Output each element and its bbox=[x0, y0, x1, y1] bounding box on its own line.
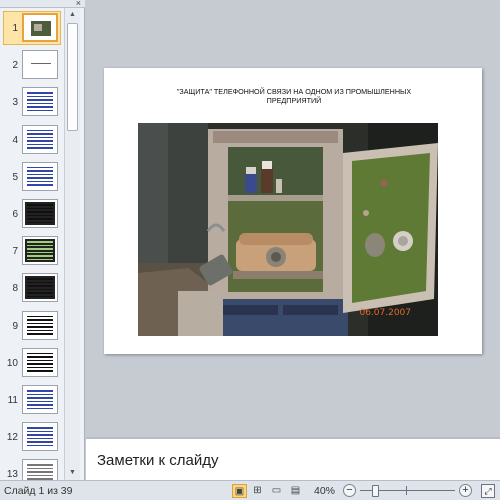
thumbnail-number: 4 bbox=[12, 134, 18, 146]
thumbnails-pane: × 1 2 3 4 5 6 7 8 9 10 11 12 13 ▲ ▼ bbox=[0, 0, 85, 480]
thumbnail-number: 3 bbox=[12, 97, 18, 109]
notes-placeholder[interactable]: Заметки к слайду bbox=[97, 452, 219, 469]
zoom-in-button[interactable]: + bbox=[459, 484, 472, 497]
zoom-slider-thumb[interactable] bbox=[372, 485, 380, 497]
thumbnail-preview bbox=[22, 422, 58, 452]
thumbnail-number: 7 bbox=[12, 246, 18, 258]
thumbnail-preview bbox=[22, 385, 58, 414]
scroll-up-icon[interactable]: ▲ bbox=[65, 8, 80, 22]
thumbnail-slide-2[interactable]: 2 bbox=[0, 48, 64, 81]
thumbnail-preview bbox=[22, 310, 58, 340]
thumbnail-slide-7[interactable]: 7 bbox=[0, 234, 64, 267]
thumbnail-slide-4[interactable]: 4 bbox=[0, 123, 64, 156]
thumbnail-number: 12 bbox=[6, 432, 18, 444]
thumbnail-slide-5[interactable]: 5 bbox=[0, 160, 64, 193]
thumbnail-number: 13 bbox=[6, 469, 18, 480]
scrollbar-thumb[interactable] bbox=[67, 23, 78, 131]
thumbnail-slide-11[interactable]: 11 bbox=[0, 383, 64, 416]
normal-view-icon[interactable]: ▣ bbox=[232, 484, 247, 498]
safe-with-telephone-photo bbox=[138, 123, 438, 336]
slide-photo[interactable]: 06.07.2007 bbox=[138, 123, 438, 336]
thumbnail-slide-8[interactable]: 8 bbox=[0, 271, 64, 304]
thumbnail-number: 1 bbox=[12, 23, 18, 34]
thumbnail-preview bbox=[22, 13, 58, 42]
thumbnail-preview bbox=[22, 347, 58, 377]
thumbnails-scrollbar[interactable]: ▲ ▼ bbox=[64, 8, 80, 480]
thumbnail-number: 5 bbox=[12, 171, 18, 183]
slide-title-line-2: ПРЕДПРИЯТИЙ bbox=[266, 96, 322, 105]
close-pane-icon[interactable]: × bbox=[76, 0, 81, 8]
zoom-out-button[interactable]: − bbox=[343, 484, 356, 497]
notes-pane[interactable]: Заметки к слайду bbox=[86, 437, 500, 480]
thumbnail-preview bbox=[22, 236, 58, 266]
thumbnail-number: 8 bbox=[12, 283, 18, 295]
thumbnail-number: 2 bbox=[12, 60, 18, 72]
thumbnail-slide-12[interactable]: 12 bbox=[0, 420, 64, 453]
thumbnail-number: 11 bbox=[7, 395, 18, 406]
current-slide[interactable]: "ЗАЩИТА" ТЕЛЕФОННОЙ СВЯЗИ НА ОДНОМ ИЗ ПР… bbox=[104, 68, 482, 354]
slide-editing-area: "ЗАЩИТА" ТЕЛЕФОННОЙ СВЯЗИ НА ОДНОМ ИЗ ПР… bbox=[86, 0, 500, 437]
zoom-level[interactable]: 40% bbox=[314, 485, 335, 497]
thumbnail-slide-9[interactable]: 9 bbox=[0, 309, 64, 342]
thumbnail-number: 10 bbox=[6, 357, 18, 369]
slide-title[interactable]: "ЗАЩИТА" ТЕЛЕФОННОЙ СВЯЗИ НА ОДНОМ ИЗ ПР… bbox=[144, 87, 444, 105]
zoom-slider-midpoint bbox=[406, 486, 407, 495]
thumbnail-preview bbox=[22, 124, 58, 154]
slide-sorter-view-icon[interactable]: ⊞ bbox=[250, 484, 265, 498]
thumbnail-slide-3[interactable]: 3 bbox=[0, 85, 64, 118]
thumbnail-preview bbox=[22, 161, 58, 191]
thumbnail-preview bbox=[22, 50, 58, 80]
thumbnail-number: 9 bbox=[12, 320, 18, 332]
thumbnails-tab-strip: × bbox=[0, 0, 85, 8]
thumbnail-list: 1 2 3 4 5 6 7 8 9 10 11 12 13 bbox=[0, 8, 64, 480]
thumbnail-preview bbox=[22, 199, 58, 228]
thumbnail-preview bbox=[22, 273, 58, 303]
thumbnail-slide-6[interactable]: 6 bbox=[0, 197, 64, 230]
thumbnail-slide-1[interactable]: 1 bbox=[0, 11, 64, 45]
status-bar: Слайд 1 из 39 ▣ ⊞ ▭ ▤ 40% − + ⤢ bbox=[0, 480, 500, 500]
thumbnail-preview bbox=[22, 87, 58, 117]
thumbnail-slide-10[interactable]: 10 bbox=[0, 346, 64, 379]
slide-title-line-1: "ЗАЩИТА" ТЕЛЕФОННОЙ СВЯЗИ НА ОДНОМ ИЗ ПР… bbox=[176, 87, 412, 96]
thumbnail-slide-13[interactable]: 13 bbox=[0, 457, 64, 480]
thumbnail-preview bbox=[22, 459, 58, 480]
slide-counter: Слайд 1 из 39 bbox=[4, 485, 73, 497]
fit-to-window-icon[interactable]: ⤢ bbox=[481, 484, 495, 498]
scroll-down-icon[interactable]: ▼ bbox=[65, 466, 80, 480]
slideshow-view-icon[interactable]: ▤ bbox=[288, 484, 303, 498]
reading-view-icon[interactable]: ▭ bbox=[269, 484, 284, 498]
photo-date-stamp: 06.07.2007 bbox=[359, 308, 411, 318]
thumbnail-number: 6 bbox=[12, 209, 18, 220]
